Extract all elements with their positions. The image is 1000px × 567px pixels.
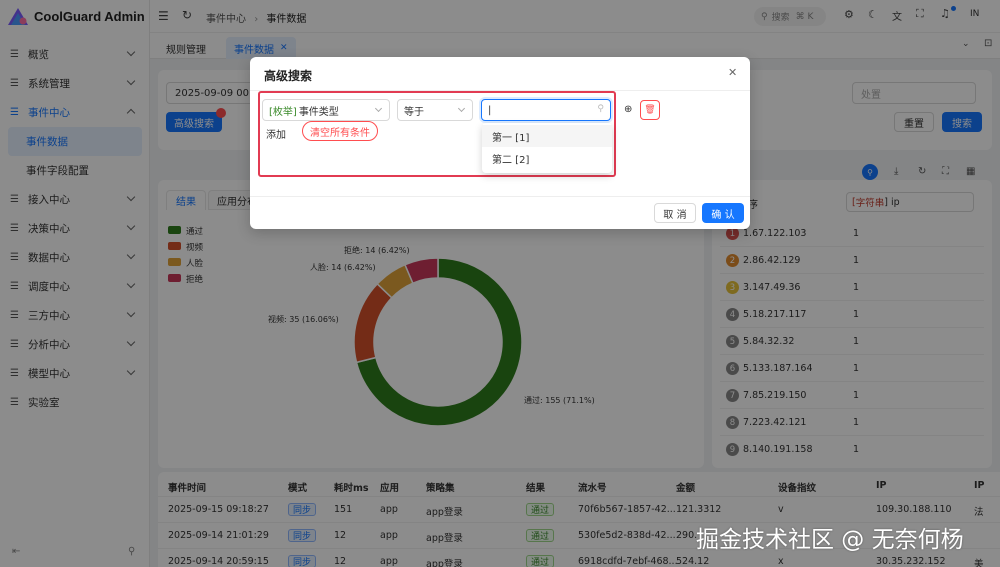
add-condition-icon[interactable]: ⊕: [624, 104, 632, 115]
operator-select[interactable]: 等于: [397, 99, 473, 121]
search-icon: ⚲: [597, 104, 604, 114]
cancel-button[interactable]: 取 消: [654, 203, 696, 223]
confirm-button[interactable]: 确 认: [702, 203, 744, 223]
clear-all-button[interactable]: 清空所有条件: [302, 121, 378, 141]
add-button[interactable]: 添加: [264, 125, 288, 142]
delete-icon[interactable]: 🗑: [640, 100, 660, 120]
value-select[interactable]: | ⚲: [481, 99, 611, 121]
chevron-down-icon: [374, 104, 383, 113]
modal-title: 高级搜索: [264, 69, 313, 83]
watermark: 掘金技术社区 @ 无奈何杨: [696, 527, 964, 553]
chevron-down-icon: [457, 104, 466, 113]
close-icon[interactable]: ✕: [728, 66, 737, 79]
dropdown-option[interactable]: 第一 [1]: [482, 125, 612, 147]
value-dropdown: 第一 [1] 第二 [2]: [482, 123, 612, 173]
field-select[interactable]: [枚举] 事件类型: [262, 99, 390, 121]
divider: [250, 196, 750, 197]
dropdown-option[interactable]: 第二 [2]: [482, 147, 612, 169]
